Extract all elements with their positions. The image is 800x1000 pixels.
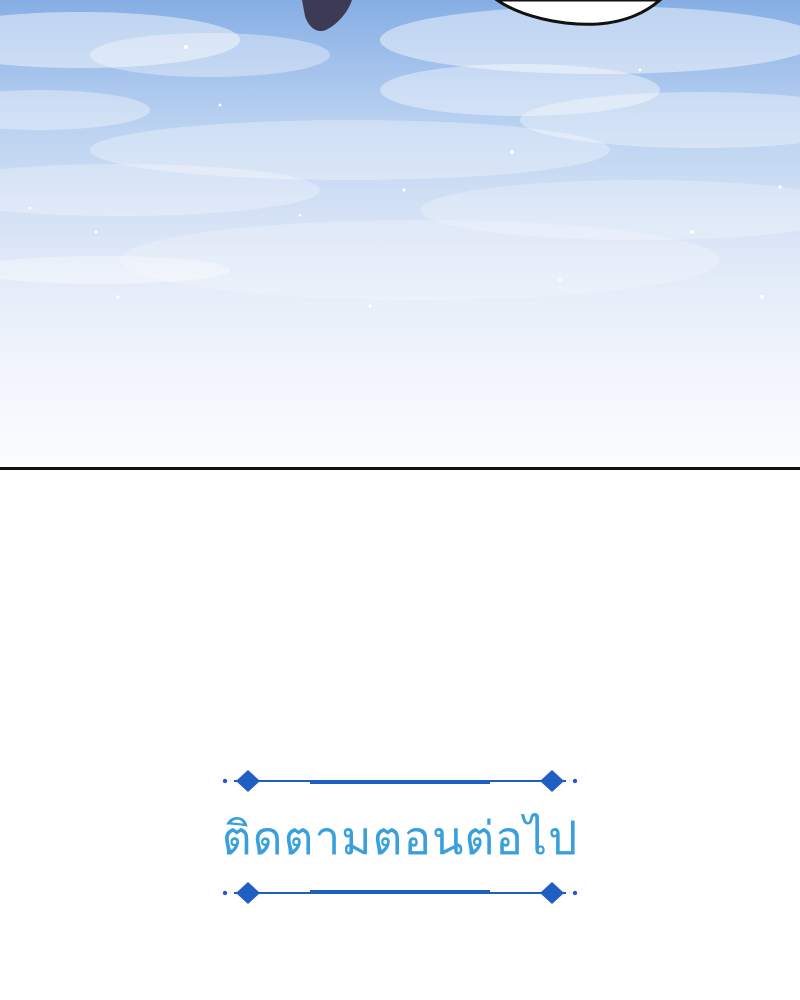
comic-sky-panel — [0, 0, 800, 468]
panel-border — [0, 467, 800, 470]
next-episode-banner: ติดตามตอนต่อไป — [220, 764, 580, 910]
diamond-divider-icon — [222, 882, 578, 904]
character-fragment — [302, 0, 352, 32]
clouds — [0, 6, 800, 300]
diamond-divider-icon — [222, 770, 578, 792]
next-episode-label: ติดตามตอนต่อไป — [221, 811, 579, 865]
sky-illustration — [0, 0, 800, 308]
